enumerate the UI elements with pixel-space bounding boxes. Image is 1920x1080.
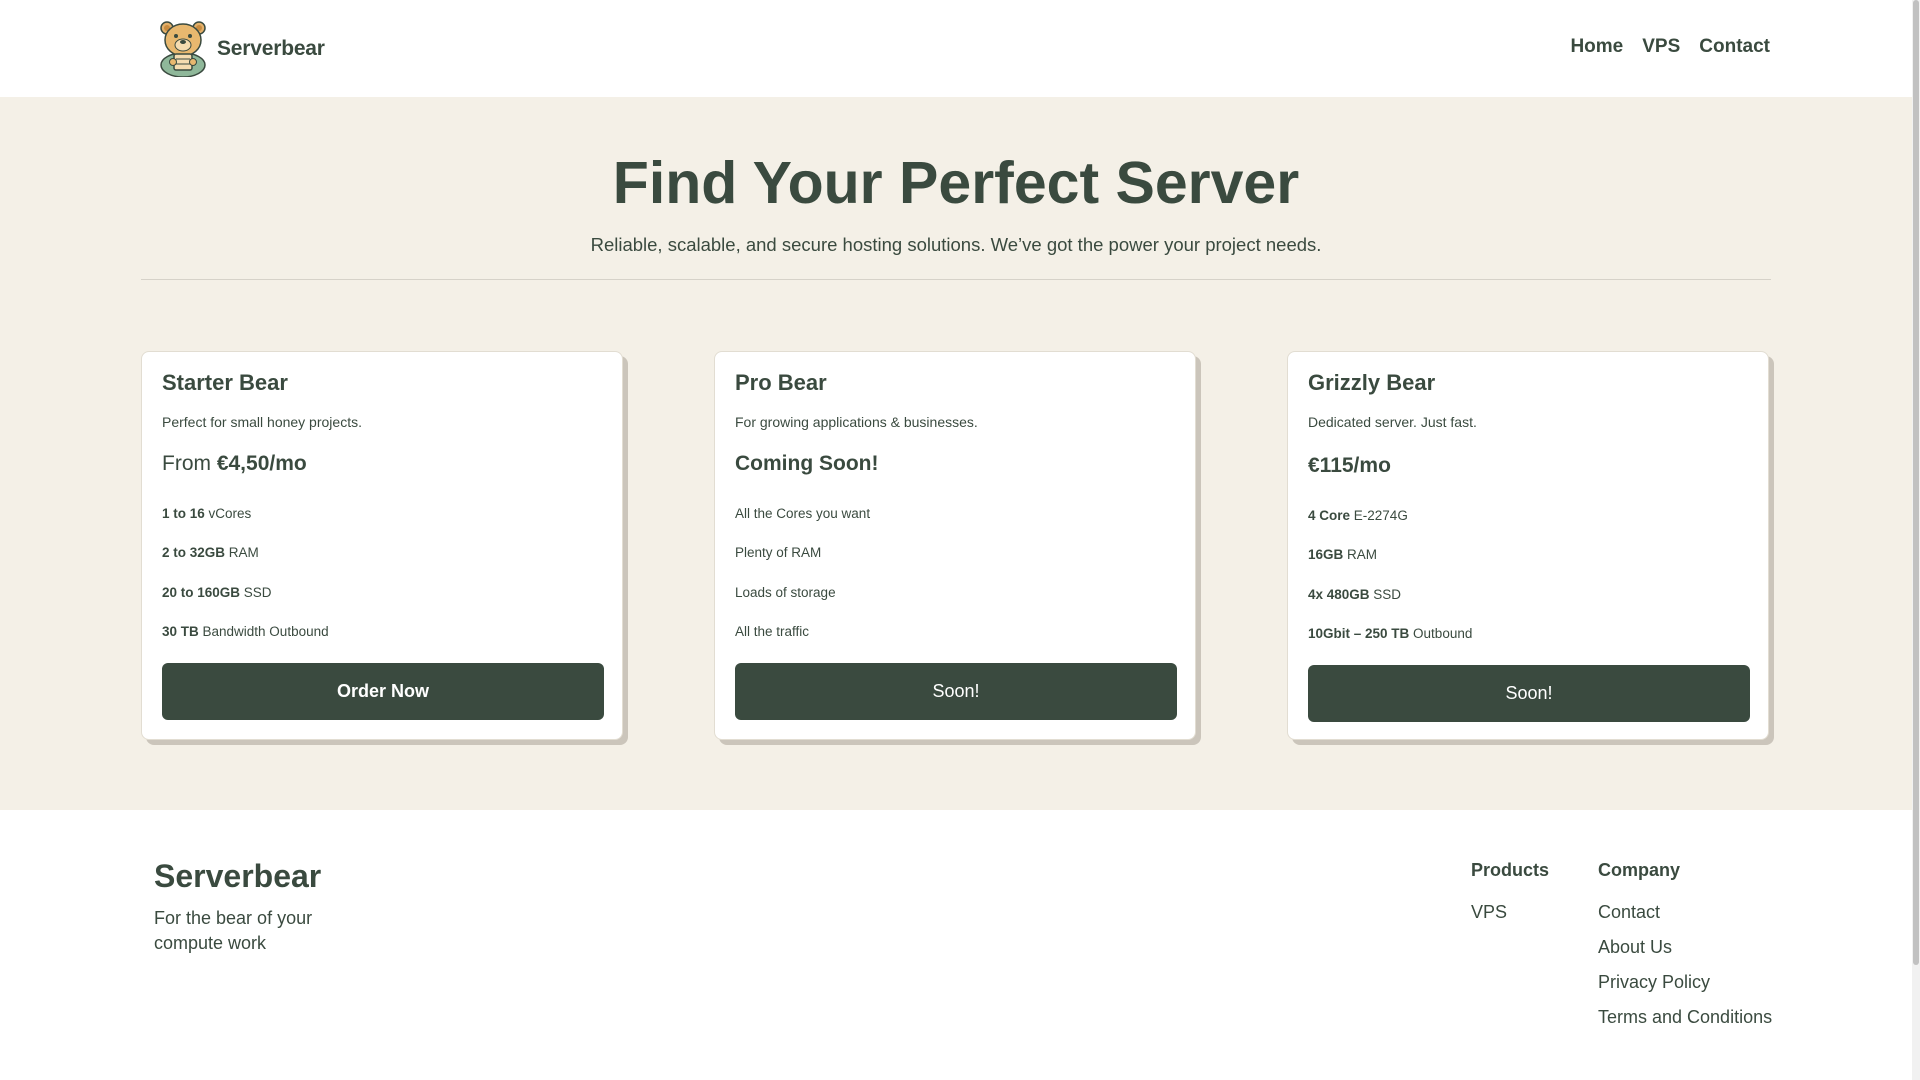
site-header: Serverbear Home VPS Contact bbox=[0, 0, 1912, 97]
bear-mascot-icon bbox=[160, 21, 206, 77]
plan-feature: Loads of storage bbox=[735, 573, 1177, 612]
soon-button[interactable]: Soon! bbox=[735, 663, 1177, 721]
price-value: €4,50/mo bbox=[216, 452, 307, 475]
scrollbar-thumb[interactable] bbox=[1913, 0, 1919, 965]
feature-label: E-2274G bbox=[1350, 508, 1408, 523]
plan-feature: Plenty of RAM bbox=[735, 533, 1177, 572]
price-value: Coming Soon! bbox=[735, 452, 879, 475]
price-value: €115/mo bbox=[1308, 454, 1391, 477]
hero-subtitle: Reliable, scalable, and secure hosting s… bbox=[590, 234, 1322, 255]
footer-brand: Serverbear bbox=[154, 858, 322, 894]
plan-feature: 10Gbit – 250 TB Outbound bbox=[1308, 614, 1750, 653]
feature-label: SSD bbox=[1369, 586, 1402, 602]
hero-divider bbox=[141, 279, 1771, 280]
nav-home-link[interactable]: Home bbox=[1570, 36, 1623, 58]
feature-value: 4x 480GB bbox=[1308, 586, 1370, 602]
plan-description: Perfect for small honey projects. bbox=[162, 414, 362, 430]
footer-link-vps[interactable]: VPS bbox=[1471, 902, 1549, 937]
nav-contact-link[interactable]: Contact bbox=[1699, 36, 1770, 58]
footer-link-privacy-policy[interactable]: Privacy Policy bbox=[1598, 972, 1772, 1007]
feature-label: Bandwidth Outbound bbox=[198, 623, 329, 639]
hero-section: Find Your Perfect Server Reliable, scala… bbox=[0, 97, 1912, 810]
plan-description: Dedicated server. Just fast. bbox=[1308, 414, 1477, 430]
plan-price: €115/mo bbox=[1308, 454, 1750, 496]
plan-price: From €4,50/mo bbox=[162, 452, 604, 494]
feature-label: SSD bbox=[240, 584, 272, 600]
plan-card-grizzly: Grizzly Bear Dedicated server. Just fast… bbox=[1287, 351, 1769, 740]
feature-label: All the traffic bbox=[735, 623, 810, 639]
brand-name: Serverbear bbox=[217, 36, 325, 60]
logo[interactable]: Serverbear bbox=[157, 20, 325, 77]
plan-description: For growing applications & businesses. bbox=[735, 414, 978, 430]
feature-value: 30 TB bbox=[162, 623, 199, 639]
feature-label: Loads of storage bbox=[735, 584, 836, 600]
main-nav: Home VPS Contact bbox=[1570, 36, 1770, 58]
plan-feature: 4x 480GB SSD bbox=[1308, 575, 1750, 614]
page-scrollbar[interactable] bbox=[1912, 0, 1920, 1080]
footer-company-column: Company Contact About Us Privacy Policy … bbox=[1598, 860, 1772, 1042]
plan-feature: 4 Core E-2274G bbox=[1308, 496, 1750, 535]
footer-products-column: Products VPS bbox=[1471, 860, 1549, 937]
plan-title: Starter Bear bbox=[162, 370, 288, 395]
hero-title: Find Your Perfect Server bbox=[612, 150, 1300, 216]
feature-label: RAM bbox=[1343, 547, 1378, 563]
footer-link-terms[interactable]: Terms and Conditions bbox=[1598, 1007, 1772, 1042]
plan-feature: 2 to 32GB RAM bbox=[162, 533, 604, 572]
feature-label: Outbound bbox=[1409, 625, 1473, 641]
footer-link-about-us[interactable]: About Us bbox=[1598, 937, 1772, 972]
plan-feature: 20 to 160GB SSD bbox=[162, 573, 604, 612]
feature-label: RAM bbox=[225, 545, 259, 561]
feature-value: 2 to 32GB bbox=[162, 545, 226, 561]
footer-company-heading: Company bbox=[1598, 860, 1681, 880]
plan-feature: 1 to 16 vCores bbox=[162, 494, 604, 533]
plan-card-starter: Starter Bear Perfect for small honey pro… bbox=[141, 351, 623, 740]
footer-link-contact[interactable]: Contact bbox=[1598, 902, 1772, 937]
price-prefix: From bbox=[162, 452, 217, 475]
feature-label: Plenty of RAM bbox=[735, 545, 822, 561]
plan-title: Grizzly Bear bbox=[1308, 370, 1436, 395]
plan-feature: 16GB RAM bbox=[1308, 535, 1750, 574]
plan-feature: 30 TB Bandwidth Outbound bbox=[162, 612, 604, 651]
plan-price: Coming Soon! bbox=[735, 452, 1177, 494]
feature-value: 20 to 160GB bbox=[162, 584, 241, 600]
plan-feature: All the Cores you want bbox=[735, 494, 1177, 533]
footer-tagline: For the bear of your compute work bbox=[154, 908, 313, 953]
order-now-button[interactable]: Order Now bbox=[162, 663, 604, 721]
feature-label: vCores bbox=[204, 506, 252, 521]
feature-value: 10Gbit – 250 TB bbox=[1308, 625, 1410, 641]
plan-feature: All the traffic bbox=[735, 612, 1177, 651]
plan-card-pro: Pro Bear For growing applications & busi… bbox=[714, 351, 1196, 740]
plan-title: Pro Bear bbox=[735, 370, 827, 395]
soon-button[interactable]: Soon! bbox=[1308, 665, 1750, 723]
feature-label: All the Cores you want bbox=[735, 506, 871, 521]
feature-value: 16GB bbox=[1308, 547, 1344, 563]
footer-products-heading: Products bbox=[1471, 860, 1550, 880]
feature-value: 1 to 16 bbox=[162, 506, 205, 521]
feature-value: 4 Core bbox=[1308, 508, 1351, 523]
nav-vps-link[interactable]: VPS bbox=[1642, 36, 1680, 58]
